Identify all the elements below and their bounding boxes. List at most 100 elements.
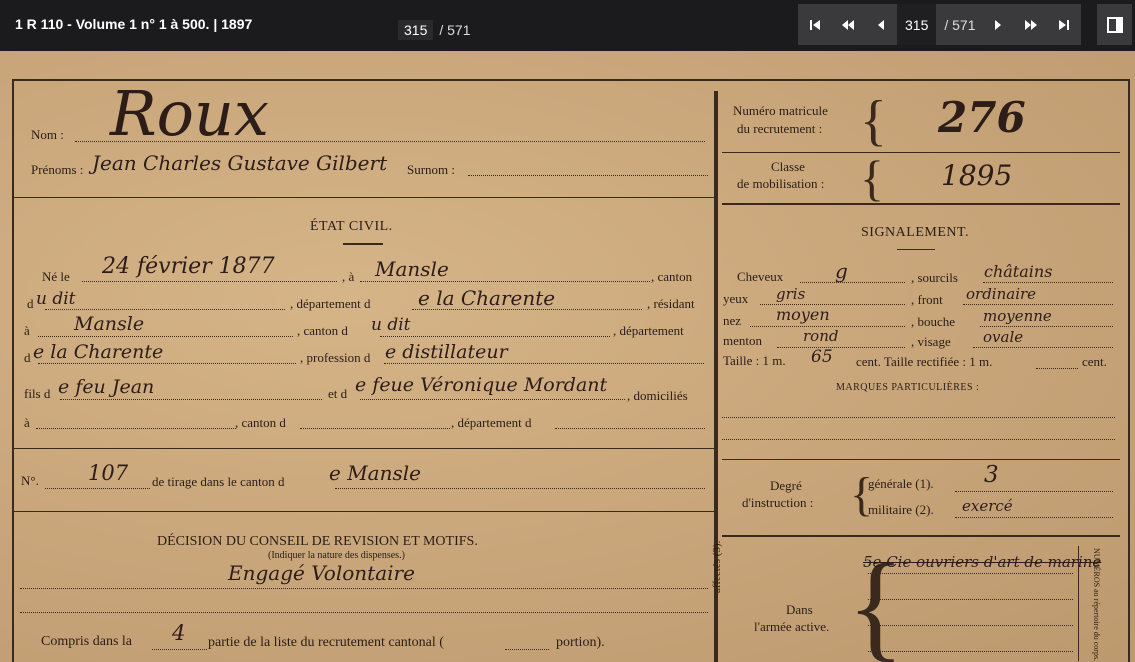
front-value: ordinaire bbox=[966, 285, 1037, 303]
cheveux-value: g bbox=[835, 259, 848, 283]
page-navigation: 315 / 571 bbox=[798, 4, 1081, 45]
last-page-button[interactable] bbox=[1048, 4, 1081, 45]
header-page-total: / 571 bbox=[439, 22, 471, 38]
viewer-toolbar: 1 R 110 - Volume 1 n° 1 à 500. | 1897 31… bbox=[0, 0, 1135, 51]
classe-label-2: de mobilisation : bbox=[737, 176, 825, 191]
compris-value: 4 bbox=[172, 621, 186, 645]
page-input[interactable]: 315 bbox=[897, 4, 937, 45]
fils-de-label: fils d bbox=[24, 386, 51, 401]
portion-label: portion). bbox=[556, 635, 605, 650]
last-page-icon bbox=[1059, 19, 1069, 30]
header-page-indicator: 315 / 571 bbox=[398, 18, 471, 42]
departement-value: e la Charente bbox=[418, 286, 556, 310]
compris-rest-label: partie de la liste du recrutement canton… bbox=[208, 635, 444, 650]
matricule-label-2: du recrutement : bbox=[737, 121, 823, 136]
page-current[interactable]: 315 bbox=[905, 17, 928, 33]
menton-value: rond bbox=[803, 327, 839, 345]
d-value: e la Charente bbox=[33, 341, 164, 363]
et-de-label: et d bbox=[328, 386, 348, 401]
generale-label: générale (1). bbox=[868, 476, 934, 491]
yeux-label: yeux bbox=[723, 291, 749, 306]
militaire-value: exercé bbox=[962, 497, 1013, 515]
du-value: u dit bbox=[36, 289, 76, 309]
toggle-side-panel-button[interactable] bbox=[1097, 4, 1132, 45]
taille-value: 65 bbox=[811, 347, 833, 367]
numero-label: N°. bbox=[21, 473, 39, 488]
militaire-label: militaire (2). bbox=[868, 502, 934, 517]
nez-value: moyen bbox=[776, 305, 830, 324]
prenoms-label: Prénoms : bbox=[31, 162, 84, 177]
tirage-label: de tirage dans le canton d bbox=[152, 474, 285, 489]
residence-value: Mansle bbox=[74, 313, 145, 335]
domicilies-label: , domiciliés bbox=[627, 388, 688, 403]
surnom-label: Surnom : bbox=[407, 162, 456, 177]
decision-value: Engagé Volontaire bbox=[228, 561, 415, 585]
sourcils-value: châtains bbox=[984, 262, 1053, 281]
etat-civil-heading: ÉTAT CIVIL. bbox=[310, 219, 393, 234]
fast-back-icon bbox=[841, 19, 854, 30]
page-total: / 571 bbox=[944, 16, 976, 33]
matricule-value: 276 bbox=[938, 93, 1026, 142]
armee-label-1: Dans bbox=[786, 602, 813, 617]
nom-label: Nom : bbox=[31, 127, 64, 142]
canton-label: , canton bbox=[651, 269, 693, 284]
visage-value: ovale bbox=[983, 328, 1024, 346]
next-page-button[interactable] bbox=[982, 4, 1015, 45]
matricule-label-1: Numéro matricule bbox=[733, 103, 828, 118]
cent-label: cent. bbox=[1082, 354, 1107, 369]
d-label: d bbox=[24, 350, 31, 365]
document-title: 1 R 110 - Volume 1 n° 1 à 500. | 1897 bbox=[15, 16, 253, 32]
nez-label: nez bbox=[723, 313, 742, 328]
affectes-label: affectés (3). bbox=[711, 540, 723, 593]
fast-forward-button[interactable] bbox=[1015, 4, 1048, 45]
yeux-value: gris bbox=[776, 285, 806, 303]
mother-value: e feue Véronique Mordant bbox=[355, 374, 608, 396]
classe-brace: { bbox=[860, 150, 884, 206]
prev-page-icon bbox=[877, 19, 884, 30]
a3-label: à bbox=[24, 415, 30, 430]
canton-d-label: , canton d bbox=[235, 415, 286, 430]
fast-forward-icon bbox=[1025, 19, 1037, 30]
departement-label: , département bbox=[613, 323, 684, 338]
front-label: , front bbox=[911, 292, 943, 307]
decision-heading: DÉCISION DU CONSEIL DE REVISION ET MOTIF… bbox=[157, 534, 478, 549]
residant-label: , résidant bbox=[647, 296, 695, 311]
generale-value: 3 bbox=[984, 462, 999, 488]
cheveux-label: Cheveux bbox=[737, 269, 784, 284]
father-value: e feu Jean bbox=[58, 376, 155, 398]
a-label: , à bbox=[342, 269, 355, 284]
marques-heading: MARQUES PARTICULIÈRES : bbox=[836, 382, 980, 393]
profession-value: e distillateur bbox=[385, 341, 508, 363]
degre-label-2: d'instruction : bbox=[742, 495, 814, 510]
taille-rect-label: cent. Taille rectifiée : 1 m. bbox=[856, 354, 993, 369]
bouche-label: , bouche bbox=[911, 314, 956, 329]
sourcils-label: , sourcils bbox=[911, 270, 958, 285]
birth-place-value: Mansle bbox=[375, 257, 449, 281]
a2-label: à bbox=[24, 323, 30, 338]
compris-label: Compris dans la bbox=[41, 634, 132, 649]
header-page-current[interactable]: 315 bbox=[398, 20, 434, 40]
canton-du-label: , canton d bbox=[297, 323, 348, 338]
tirage-value: e Mansle bbox=[329, 461, 421, 485]
matricule-brace: { bbox=[860, 90, 887, 152]
fast-back-button[interactable] bbox=[831, 4, 864, 45]
visage-label: , visage bbox=[911, 334, 951, 349]
bouche-value: moyenne bbox=[983, 307, 1052, 325]
menton-label: menton bbox=[723, 333, 762, 348]
birth-date-value: 24 février 1877 bbox=[102, 254, 275, 279]
repertoire-side-label: NUMÉROS au répertoire du corps. bbox=[1092, 548, 1101, 662]
document-image[interactable]: Nom : Roux Prénoms : Jean Charles Gustav… bbox=[0, 51, 1135, 662]
ne-le-label: Né le bbox=[42, 269, 70, 284]
prev-page-button[interactable] bbox=[864, 4, 897, 45]
first-page-button[interactable] bbox=[798, 4, 831, 45]
taille-label: Taille : 1 m. bbox=[723, 353, 786, 368]
classe-label-1: Classe bbox=[771, 159, 805, 174]
decision-subheading: (Indiquer la nature des dispenses.) bbox=[268, 550, 405, 561]
profession-label: , profession d bbox=[300, 350, 371, 365]
prenoms-value: Jean Charles Gustave Gilbert bbox=[92, 151, 388, 175]
du-label: d bbox=[27, 296, 34, 311]
next-page-icon bbox=[995, 19, 1001, 30]
departement-d-label: , département d bbox=[451, 415, 532, 430]
armee-value: 5e Cie ouvriers d'art de marine bbox=[863, 553, 1102, 571]
departement-de-label: , département d bbox=[290, 296, 371, 311]
